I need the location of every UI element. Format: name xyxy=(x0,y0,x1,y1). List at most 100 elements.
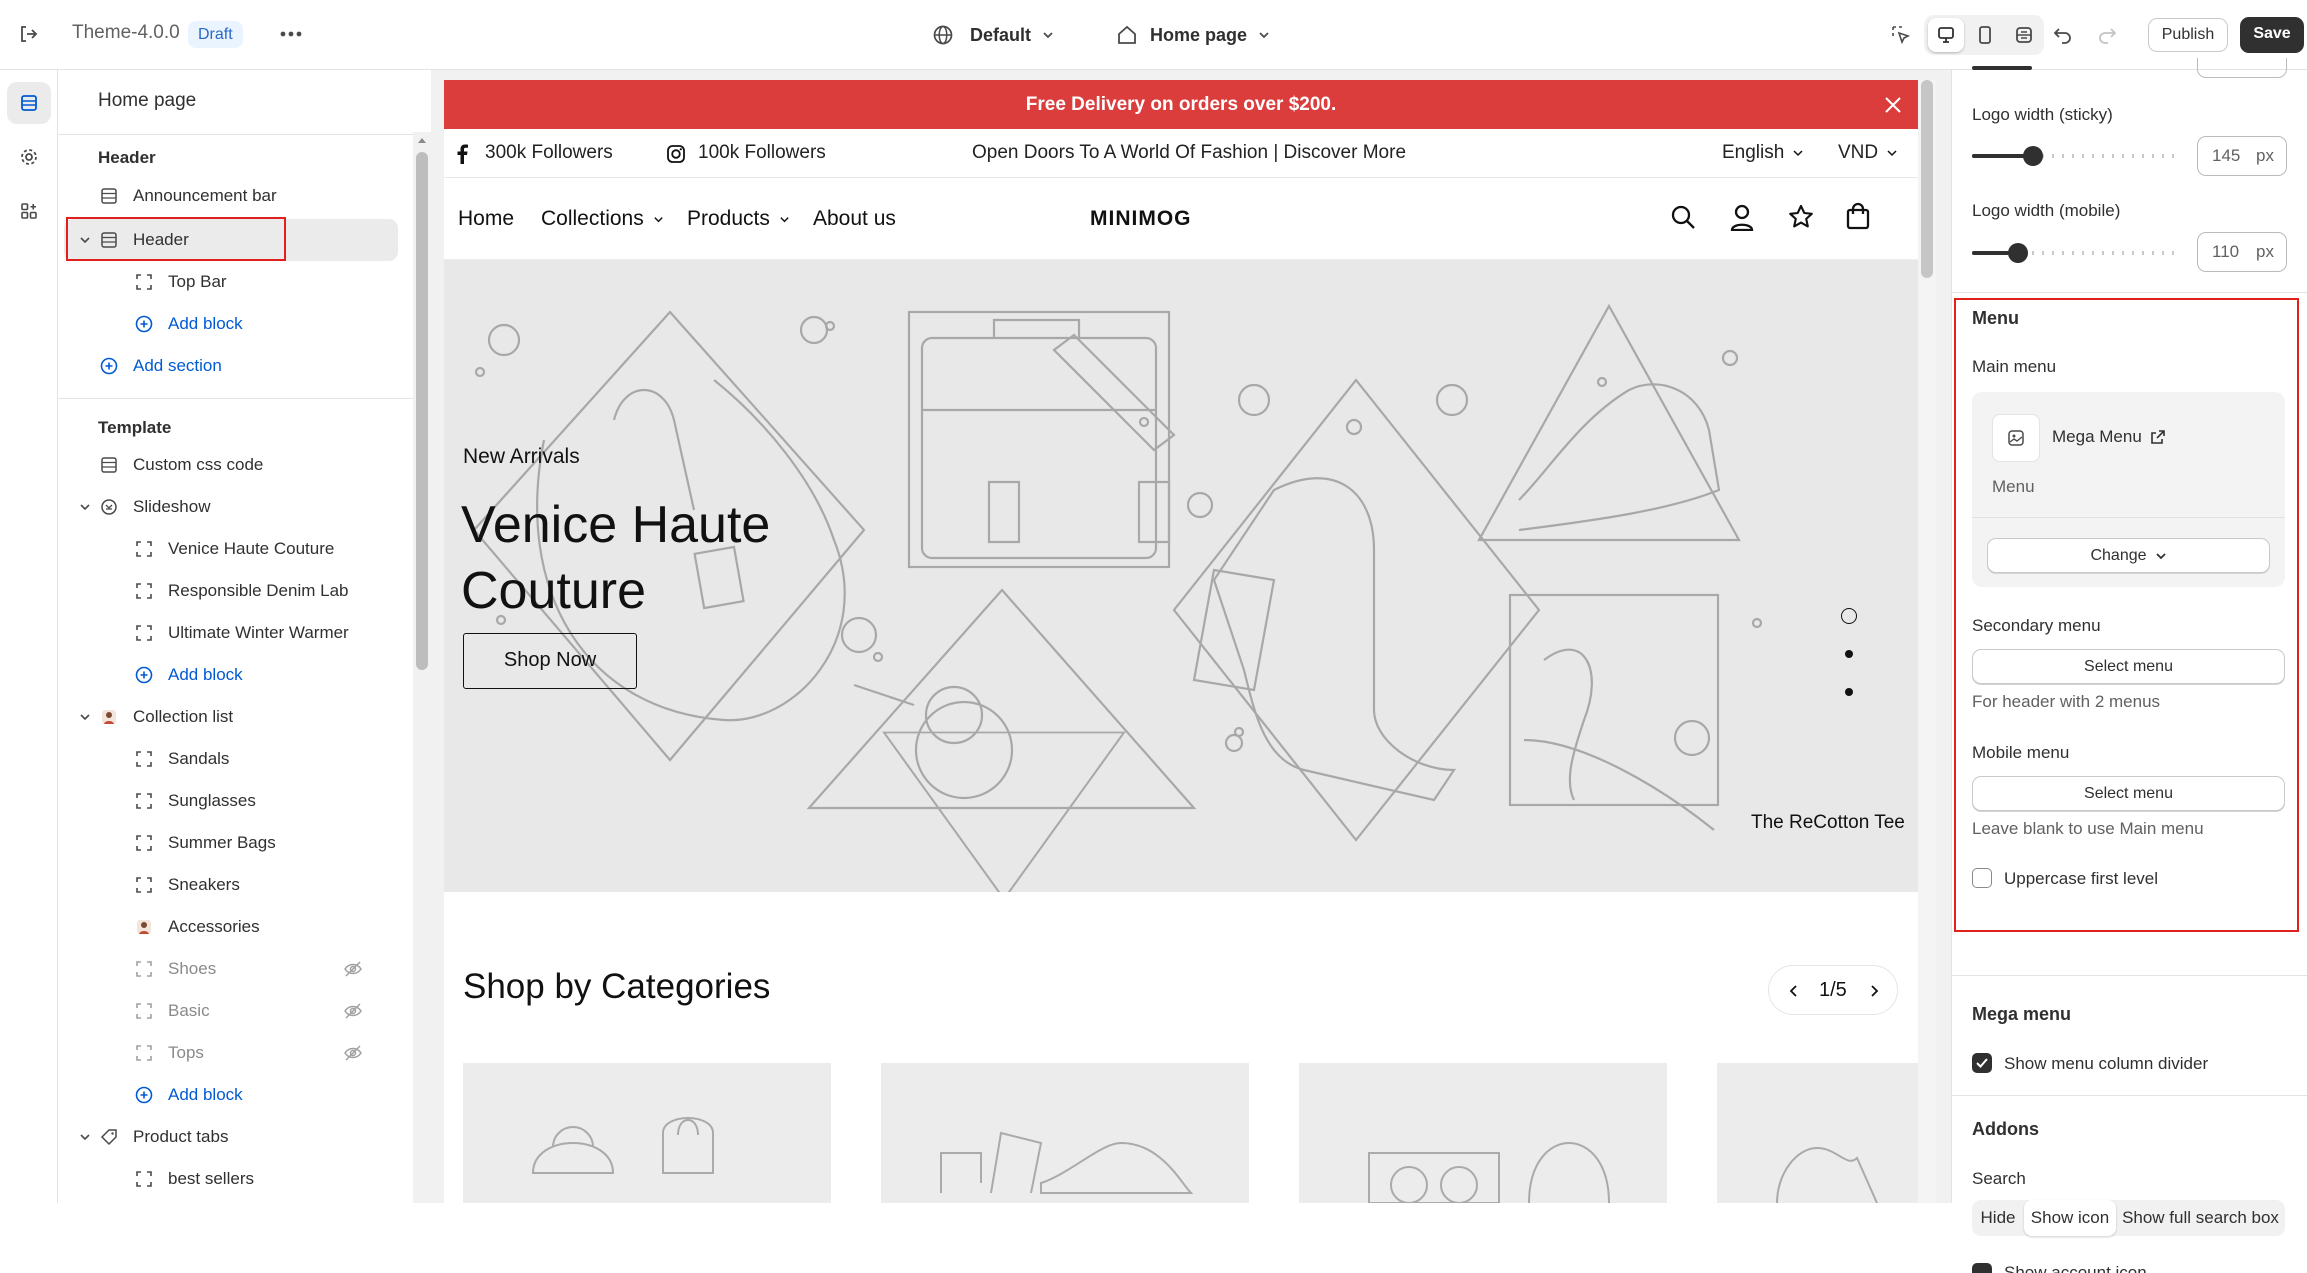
exit-icon[interactable] xyxy=(14,20,42,48)
sidebar-item-sunglasses[interactable]: Sunglasses xyxy=(58,781,403,821)
currency-selector[interactable]: VND xyxy=(1838,142,1898,164)
show-account-checkbox[interactable] xyxy=(1972,1263,1992,1273)
logo-width-sticky-knob[interactable] xyxy=(2023,146,2043,166)
add-block-button[interactable]: Add block xyxy=(58,655,403,695)
sidebar-scrollbar[interactable] xyxy=(413,132,431,1203)
sidebar-item-denim[interactable]: Responsible Denim Lab xyxy=(58,571,403,611)
sections-sidebar: Home page Header Announcement bar Header… xyxy=(58,70,413,1203)
slide-dot[interactable] xyxy=(1845,650,1853,658)
desktop-view-icon[interactable] xyxy=(1928,18,1964,52)
chevron-left-icon[interactable] xyxy=(1787,984,1801,998)
sidebar-item-label: Custom css code xyxy=(133,455,264,474)
search-option-show-icon[interactable]: Show icon xyxy=(2024,1200,2116,1236)
sidebar-item-winter[interactable]: Ultimate Winter Warmer xyxy=(58,613,403,653)
logo-width-sticky-value: 145 xyxy=(2212,146,2241,165)
add-section-button[interactable]: Add section xyxy=(58,346,403,386)
sidebar-item-custom-css[interactable]: Custom css code xyxy=(58,445,403,485)
search-option-hide[interactable]: Hide xyxy=(1972,1200,2024,1236)
category-card[interactable] xyxy=(881,1063,1249,1203)
sidebar-item-basic[interactable]: Basic xyxy=(58,991,403,1031)
sidebar-item-accessories[interactable]: Accessories xyxy=(58,907,403,947)
logo-width-sticky-input[interactable]: 145 px xyxy=(2197,136,2287,176)
sidebar-item-label: Summer Bags xyxy=(168,833,276,852)
fullscreen-view-icon[interactable] xyxy=(2006,18,2042,52)
cart-bag-icon[interactable] xyxy=(1845,202,1871,230)
preview-scrollbar[interactable] xyxy=(1918,80,1936,1203)
sidebar-item-best-sellers[interactable]: best sellers xyxy=(58,1159,403,1199)
sidebar-item-label: Product tabs xyxy=(133,1127,229,1146)
sidebar-item-top-bar[interactable]: Top Bar xyxy=(58,262,403,302)
hero-slideshow[interactable]: New Arrivals Venice Haute Couture Shop N… xyxy=(444,260,1918,892)
undo-icon[interactable] xyxy=(2048,20,2078,50)
logo-width-mobile-knob[interactable] xyxy=(2008,243,2028,263)
account-icon[interactable] xyxy=(1729,203,1755,231)
announcement-bar[interactable]: Free Delivery on orders over $200. xyxy=(444,80,1918,129)
mobile-view-icon[interactable] xyxy=(1967,18,2003,52)
publish-button[interactable]: Publish xyxy=(2148,18,2228,52)
save-button[interactable]: Save xyxy=(2240,17,2304,53)
sidebar-item-slideshow[interactable]: Slideshow xyxy=(58,487,403,527)
show-account-row[interactable]: Show account icon xyxy=(1972,1258,2285,1273)
chevron-right-icon[interactable] xyxy=(1867,984,1881,998)
tag-icon xyxy=(100,1129,117,1146)
pager-label: 1/5 xyxy=(1819,979,1847,1001)
sidebar-item-shoes[interactable]: Shoes xyxy=(58,949,403,989)
hidden-eye-icon[interactable] xyxy=(343,961,363,977)
top-bar-tagline[interactable]: Open Doors To A World Of Fashion | Disco… xyxy=(972,142,1406,164)
addons-heading: Addons xyxy=(1972,1119,2039,1139)
sidebar-item-announcement-bar[interactable]: Announcement bar xyxy=(58,176,403,216)
block-icon xyxy=(136,877,152,893)
nav-collections[interactable]: Collections xyxy=(541,207,664,231)
search-label: Search xyxy=(1972,1169,2026,1188)
category-card[interactable] xyxy=(463,1063,831,1203)
preview-scrollbar-thumb[interactable] xyxy=(1921,80,1933,278)
slide-dot[interactable] xyxy=(1845,688,1853,696)
app-embeds-icon[interactable] xyxy=(7,190,51,232)
sidebar-item-summer-bags[interactable]: Summer Bags xyxy=(58,823,403,863)
facebook-followers[interactable]: 300k Followers xyxy=(485,142,613,164)
category-card[interactable] xyxy=(1299,1063,1667,1203)
sidebar-item-product-tabs[interactable]: Product tabs xyxy=(58,1117,403,1157)
uppercase-checkbox[interactable] xyxy=(1972,868,1992,888)
instagram-followers[interactable]: 100k Followers xyxy=(698,142,826,164)
sidebar-item-sandals[interactable]: Sandals xyxy=(58,739,403,779)
sidebar-scrollbar-thumb[interactable] xyxy=(416,152,428,670)
sidebar-item-sneakers[interactable]: Sneakers xyxy=(58,865,403,905)
sidebar-item-collection-list[interactable]: Collection list xyxy=(58,697,403,737)
inspector-icon[interactable] xyxy=(1886,20,1916,50)
add-block-button[interactable]: Add block xyxy=(58,304,403,344)
redo-icon[interactable] xyxy=(2092,20,2122,50)
sections-icon[interactable] xyxy=(7,82,51,124)
sidebar-item-venice[interactable]: Venice Haute Couture xyxy=(58,529,403,569)
panel-divider xyxy=(1952,292,2307,293)
block-icon xyxy=(136,1003,152,1019)
facebook-icon[interactable] xyxy=(456,144,468,164)
shop-now-button[interactable]: Shop Now xyxy=(463,633,637,689)
nav-products[interactable]: Products xyxy=(687,207,790,231)
sidebar-item-tops[interactable]: Tops xyxy=(58,1033,403,1073)
search-option-full-box[interactable]: Show full search box xyxy=(2116,1200,2285,1236)
search-icon[interactable] xyxy=(1670,204,1696,230)
show-divider-checkbox[interactable] xyxy=(1972,1053,1992,1073)
logo-width-mobile-input[interactable]: 110 px xyxy=(2197,232,2287,272)
chevron-down-icon xyxy=(780,216,789,222)
store-logo[interactable]: MINIMOG xyxy=(1090,207,1192,231)
template-selector[interactable]: Default xyxy=(932,18,1055,52)
nav-about-us[interactable]: About us xyxy=(813,207,896,231)
hidden-eye-icon[interactable] xyxy=(343,1045,363,1061)
sidebar-divider xyxy=(58,398,413,399)
nav-home[interactable]: Home xyxy=(458,207,514,231)
add-block-button[interactable]: Add block xyxy=(58,1075,403,1115)
settings-panel: Logo width (sticky) 145 px Logo width (mo… xyxy=(1951,58,2307,1273)
theme-settings-gear-icon[interactable] xyxy=(7,136,51,178)
more-actions-icon[interactable] xyxy=(276,20,306,48)
language-selector[interactable]: English xyxy=(1722,142,1804,164)
category-card[interactable] xyxy=(1717,1063,1918,1203)
instagram-icon[interactable] xyxy=(666,144,686,164)
wishlist-star-icon[interactable] xyxy=(1787,203,1815,231)
hidden-eye-icon[interactable] xyxy=(343,1003,363,1019)
page-selector[interactable]: Home page xyxy=(1116,18,1271,52)
close-icon[interactable] xyxy=(1884,96,1902,114)
slide-dot-active[interactable] xyxy=(1841,608,1857,624)
header-group-label: Header xyxy=(98,148,156,167)
